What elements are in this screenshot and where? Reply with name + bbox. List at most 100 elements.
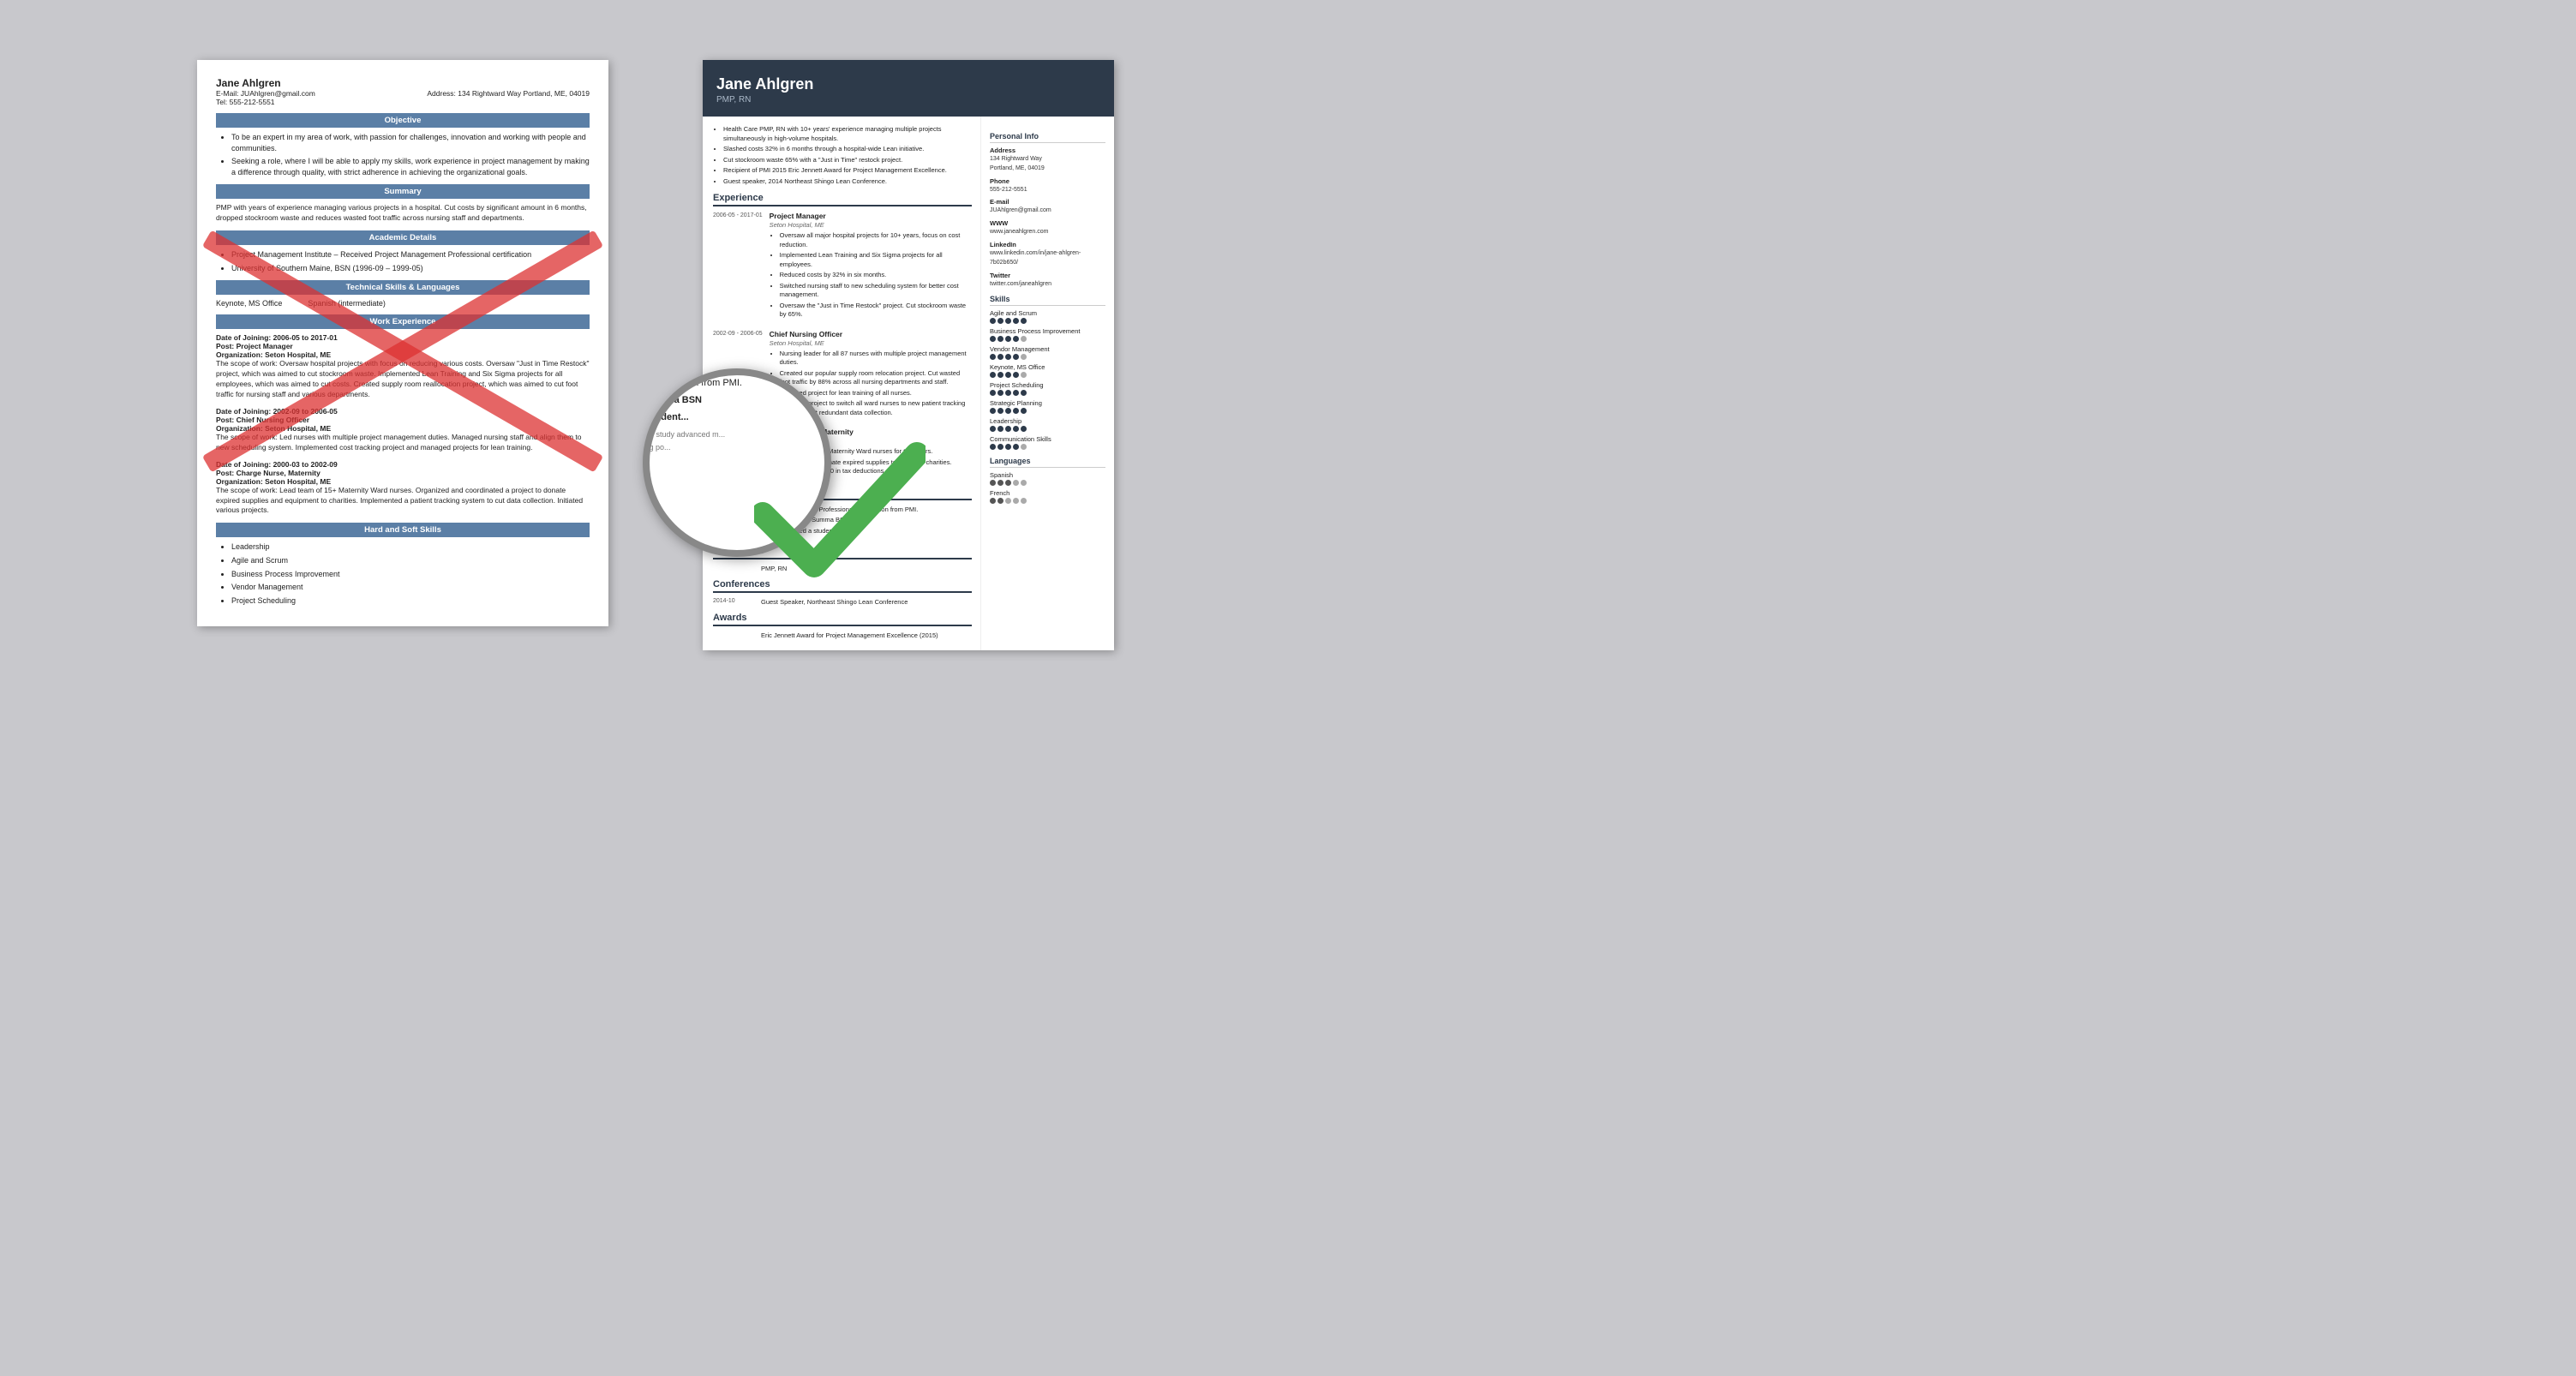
summary-bullets-list: Health Care PMP, RN with 10+ years' expe…: [723, 125, 972, 186]
hardsoft-2: Agile and Scrum: [231, 555, 590, 566]
conf-value: Guest Speaker, Northeast Shingo Lean Con…: [761, 598, 908, 606]
skill-dots: [990, 444, 1105, 450]
skill-dot: [1021, 408, 1027, 414]
left-email: E-Mail: JUAhlgren@gmail.com: [216, 89, 315, 98]
lang-dot: [997, 480, 1003, 486]
left-header: Jane Ahlgren E-Mail: JUAhlgren@gmail.com…: [216, 77, 590, 106]
objective-header: Objective: [216, 113, 590, 128]
lang-dot: [990, 480, 996, 486]
lang-dot: [1005, 498, 1011, 504]
skill-item: Agile and Scrum: [990, 309, 1105, 324]
skill-name: Business Process Improvement: [990, 327, 1105, 335]
magnify-extra2: ...a weekly nursing po...: [643, 441, 831, 453]
personal-section-title: Personal Info: [990, 132, 1105, 143]
summary-text: PMP with years of experience managing va…: [216, 203, 590, 224]
right-sidebar: Personal Info Address 134 Rightward WayP…: [981, 117, 1114, 650]
work-2-date: Date of Joining: 2002-09 to 2006-05: [216, 407, 590, 416]
skill-name: Keynote, MS Office: [990, 363, 1105, 371]
sum-bullet-4: Recipient of PMI 2015 Eric Jennett Award…: [723, 166, 972, 176]
skill-dot: [1013, 390, 1019, 396]
work-3-date: Date of Joining: 2000-03 to 2002-09: [216, 460, 590, 469]
skill-dot: [990, 390, 996, 396]
skill-name: Strategic Planning: [990, 399, 1105, 407]
phone-label: Phone: [990, 177, 1105, 185]
right-name: Jane Ahlgren: [716, 75, 1100, 93]
skill-item: Communication Skills: [990, 435, 1105, 450]
personal-phone: Phone 555-212-5551: [990, 177, 1105, 194]
linkedin-label: LinkedIn: [990, 241, 1105, 248]
skill-dot: [997, 372, 1003, 378]
languages-container: SpanishFrench: [990, 471, 1105, 504]
award-date: [713, 631, 754, 639]
skill-dot: [1005, 426, 1011, 432]
academic-item-1: Project Management Institute – Received …: [231, 249, 590, 260]
exp-1-title: Project Manager: [770, 212, 972, 220]
lang-name: French: [990, 489, 1105, 497]
work-2-org: Organization: Seton Hospital, ME: [216, 424, 590, 433]
exp-1-detail: Project Manager Seton Hospital, ME Overs…: [770, 212, 972, 321]
personal-email: E-mail JUAhlgren@gmail.com: [990, 198, 1105, 215]
skill-dots: [990, 372, 1105, 378]
twitter-label: Twitter: [990, 272, 1105, 279]
work-2-scope: The scope of work: Led nurses with multi…: [216, 433, 590, 453]
skill-dot: [997, 444, 1003, 450]
skill-dots: [990, 408, 1105, 414]
magnify-extra: ...ate Fellowship to study advanced m...: [643, 428, 831, 440]
academic-item-2: University of Southern Maine, BSN (1996-…: [231, 263, 590, 274]
lang-dot: [1021, 480, 1027, 486]
magnify-line3: • Managed a student...: [643, 410, 831, 426]
hardsoft-list: Leadership Agile and Scrum Business Proc…: [231, 541, 590, 606]
hardsoft-4: Vendor Management: [231, 582, 590, 593]
tech-skill-2: Spanish (intermediate): [308, 299, 386, 308]
skill-dot: [1021, 390, 1027, 396]
skill-dot: [1013, 408, 1019, 414]
skill-dot: [990, 354, 996, 360]
summary-bullets: Health Care PMP, RN with 10+ years' expe…: [713, 125, 972, 186]
left-email-tel: E-Mail: JUAhlgren@gmail.com Tel: 555-212…: [216, 89, 315, 106]
magnify-inner: 1996-09 -1999-05 • Received the Professi…: [643, 368, 831, 462]
skill-dot: [1013, 354, 1019, 360]
right-header: Jane Ahlgren PMP, RN: [703, 60, 1114, 117]
personal-twitter: Twitter twitter.com/janeahlgren: [990, 272, 1105, 289]
skill-item: Project Scheduling: [990, 381, 1105, 396]
lang-dot: [997, 498, 1003, 504]
work-header: Work Experience: [216, 314, 590, 329]
left-tel: Tel: 555-212-5551: [216, 98, 275, 106]
email-value: JUAhlgren@gmail.com: [990, 207, 1051, 213]
personal-address: Address 134 Rightward WayPortland, ME, 0…: [990, 147, 1105, 173]
cert-value: PMP, RN: [761, 565, 787, 572]
skill-dot: [1005, 408, 1011, 414]
tech-skill-1: Keynote, MS Office: [216, 299, 282, 308]
skill-name: Project Scheduling: [990, 381, 1105, 389]
lang-dot: [1013, 480, 1019, 486]
work-entry-1: Date of Joining: 2006-05 to 2017-01 Post…: [216, 333, 590, 400]
sum-bullet-5: Guest speaker, 2014 Northeast Shingo Lea…: [723, 177, 972, 187]
award-entry-1: Eric Jennett Award for Project Managemen…: [713, 631, 972, 639]
work-3-org: Organization: Seton Hospital, ME: [216, 477, 590, 486]
award-value: Eric Jennett Award for Project Managemen…: [761, 631, 938, 639]
awards-section-title: Awards: [713, 613, 972, 626]
objective-item-1: To be an expert in my area of work, with…: [231, 132, 590, 153]
work-3-scope: The scope of work: Lead team of 15+ Mate…: [216, 486, 590, 517]
twitter-value: twitter.com/janeahlgren: [990, 281, 1051, 287]
email-label: E-mail: [990, 198, 1105, 206]
languages-section-title: Languages: [990, 457, 1105, 468]
exp-entry-1: 2006-05 - 2017-01 Project Manager Seton …: [713, 212, 972, 321]
skill-dot: [1021, 372, 1027, 378]
skill-dots: [990, 336, 1105, 342]
exp-2-b1: Nursing leader for all 87 nurses with mu…: [780, 350, 972, 368]
skill-dots: [990, 426, 1105, 432]
skills-section-title: Skills: [990, 295, 1105, 306]
skill-item: Keynote, MS Office: [990, 363, 1105, 378]
exp-1-b2: Implemented Lean Training and Six Sigma …: [780, 251, 972, 269]
left-name: Jane Ahlgren: [216, 77, 590, 89]
skill-dot: [997, 390, 1003, 396]
skill-dot: [997, 408, 1003, 414]
skill-dot: [1005, 354, 1011, 360]
lang-item: French: [990, 489, 1105, 504]
exp-1-bullets: Oversaw all major hospital projects for …: [780, 231, 972, 320]
skill-dot: [997, 426, 1003, 432]
skill-dot: [1021, 426, 1027, 432]
exp-1-b3: Reduced costs by 32% in six months.: [780, 271, 972, 280]
skill-item: Vendor Management: [990, 345, 1105, 360]
